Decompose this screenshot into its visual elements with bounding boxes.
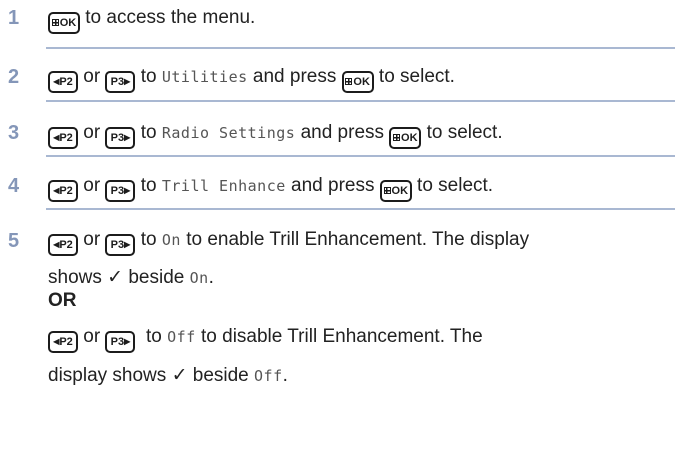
menu-ok-key-icon: OK — [48, 12, 80, 34]
checkmark-icon: ✓ — [107, 266, 124, 288]
p3-right-key-icon: P3▶ — [105, 71, 136, 93]
separator — [46, 47, 675, 49]
menu-ok-key-icon: OK — [389, 127, 422, 149]
step-3-line: ◀P2 or P3▶ to Radio Settings and press O… — [48, 122, 503, 149]
menu-ok-key-icon: OK — [379, 180, 412, 202]
p2-left-key-icon: ◀P2 — [48, 71, 78, 93]
p3-right-key-icon: P3▶ — [105, 234, 136, 256]
menu-item-name: Utilities — [161, 68, 248, 86]
menu-item-name: Radio Settings — [161, 124, 296, 142]
step-number: 1 — [8, 7, 20, 29]
separator — [46, 100, 675, 102]
option-off: Off — [254, 367, 283, 385]
menu-item-name: Trill Enhance — [161, 177, 286, 195]
step-5-line-3: ◀P2 or P3▶ to Off to disable Trill Enhan… — [48, 326, 483, 353]
p3-right-key-icon: P3▶ — [105, 127, 136, 149]
p2-left-key-icon: ◀P2 — [48, 234, 78, 256]
option-on: On — [161, 231, 181, 249]
p3-right-key-icon: P3▶ — [105, 180, 136, 202]
instruction-page: 1 OK to access the menu. 2 ◀P2 or P3▶ to… — [0, 0, 676, 452]
step-number: 3 — [8, 122, 20, 144]
p2-left-key-icon: ◀P2 — [48, 331, 78, 353]
step-number: 2 — [8, 66, 20, 88]
step-5-line-1: ◀P2 or P3▶ to On to enable Trill Enhance… — [48, 229, 529, 256]
step-2-line: ◀P2 or P3▶ to Utilities and press OK to … — [48, 66, 455, 93]
step-number: 4 — [8, 175, 20, 197]
p2-left-key-icon: ◀P2 — [48, 127, 78, 149]
menu-ok-key-icon: OK — [341, 71, 374, 93]
checkmark-icon: ✓ — [171, 364, 188, 386]
step-text: to access the menu. — [80, 7, 256, 28]
separator — [46, 155, 675, 157]
option-on: On — [189, 269, 209, 287]
step-5-line-2: shows ✓ beside On. — [48, 266, 214, 288]
step-1-line: OK to access the menu. — [48, 7, 255, 34]
step-number: 5 — [8, 230, 20, 252]
p2-left-key-icon: ◀P2 — [48, 180, 78, 202]
step-5-line-4: display shows ✓ beside Off. — [48, 364, 288, 386]
separator — [46, 208, 675, 210]
step-4-line: ◀P2 or P3▶ to Trill Enhance and press OK… — [48, 175, 493, 202]
option-off: Off — [167, 328, 196, 346]
alternative-label: OR — [48, 290, 77, 311]
p3-right-key-icon: P3▶ — [105, 331, 136, 353]
